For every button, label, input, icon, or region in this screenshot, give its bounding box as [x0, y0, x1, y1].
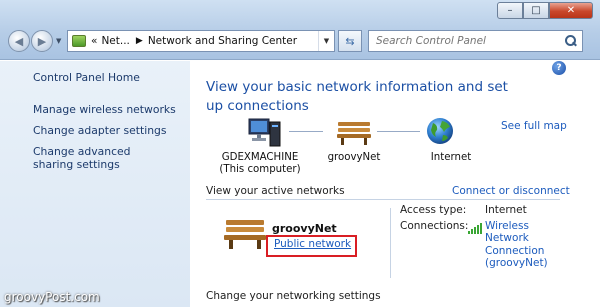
breadcrumb-network[interactable]: Net... — [101, 35, 129, 47]
back-button[interactable]: ◀ — [8, 30, 30, 52]
breadcrumb-overflow[interactable]: « — [91, 35, 97, 47]
back-arrow-icon: ◀ — [14, 34, 24, 48]
active-networks-label: View your active networks — [206, 185, 345, 197]
internet-globe-icon[interactable] — [425, 116, 457, 148]
refresh-button[interactable]: ⇆ — [338, 30, 362, 52]
computer-sublabel: (This computer) — [219, 164, 301, 175]
change-advanced-sharing-settings-link[interactable]: Change advanced sharing settings — [33, 145, 163, 171]
public-network-link[interactable]: Public network — [274, 238, 351, 250]
maximize-button[interactable]: □ — [523, 2, 549, 19]
computer-icon[interactable] — [245, 116, 285, 150]
control-panel-home-link[interactable]: Control Panel Home — [33, 71, 190, 84]
refresh-icon: ⇆ — [345, 34, 355, 48]
access-type-label: Access type: — [400, 204, 467, 216]
task-pane: Control Panel Home Manage wireless netwo… — [0, 61, 190, 307]
connections-label: Connections: — [400, 220, 469, 232]
search-box[interactable] — [368, 30, 583, 52]
map-connector-line — [289, 131, 323, 132]
breadcrumb-current[interactable]: Network and Sharing Center — [148, 35, 297, 47]
help-icon[interactable]: ? — [552, 61, 566, 75]
page-title: View your basic network information and … — [206, 79, 508, 114]
address-dropdown-button[interactable]: ▼ — [318, 31, 334, 51]
forward-arrow-icon: ▶ — [37, 34, 47, 48]
wireless-network-connection-link[interactable]: Wireless Network Connection (groovyNet) — [485, 220, 555, 269]
active-network-name: groovyNet — [272, 222, 337, 235]
bench-network-icon[interactable] — [335, 118, 373, 146]
change-adapter-settings-link[interactable]: Change adapter settings — [33, 124, 190, 137]
internet-label: Internet — [430, 152, 472, 163]
toolbar: – □ ✕ ◀ ▶ ▼ « Net... ▶ Network and Shari… — [0, 0, 600, 60]
watermark-text: groovyPost.com — [4, 290, 100, 304]
minimize-button[interactable]: – — [497, 2, 523, 19]
breadcrumb-separator-icon[interactable]: ▶ — [136, 36, 143, 46]
address-bar[interactable]: « Net... ▶ Network and Sharing Center ▼ — [67, 30, 335, 52]
change-settings-heading: Change your networking settings — [206, 290, 381, 302]
control-panel-icon — [72, 35, 86, 47]
navigation-buttons: ◀ ▶ ▼ — [8, 30, 61, 52]
vertical-divider — [390, 208, 391, 278]
connect-or-disconnect-link[interactable]: Connect or disconnect — [452, 185, 570, 197]
forward-button[interactable]: ▶ — [31, 30, 53, 52]
wireless-signal-icon — [468, 223, 482, 234]
search-icon[interactable] — [565, 35, 577, 47]
network-name-label: groovyNet — [327, 152, 381, 163]
computer-name: GDEXMACHINE — [221, 152, 299, 163]
section-divider — [206, 199, 560, 200]
search-input[interactable] — [376, 35, 556, 47]
window-controls: – □ ✕ — [497, 2, 593, 19]
manage-wireless-networks-link[interactable]: Manage wireless networks — [33, 103, 190, 116]
recent-pages-dropdown[interactable]: ▼ — [56, 37, 61, 45]
map-connector-line — [377, 131, 420, 132]
close-button[interactable]: ✕ — [549, 2, 593, 19]
computer-name-label: GDEXMACHINE (This computer) — [215, 152, 305, 176]
bench-network-icon[interactable] — [222, 214, 268, 252]
see-full-map-link[interactable]: See full map — [501, 120, 567, 132]
access-type-value: Internet — [485, 204, 527, 216]
